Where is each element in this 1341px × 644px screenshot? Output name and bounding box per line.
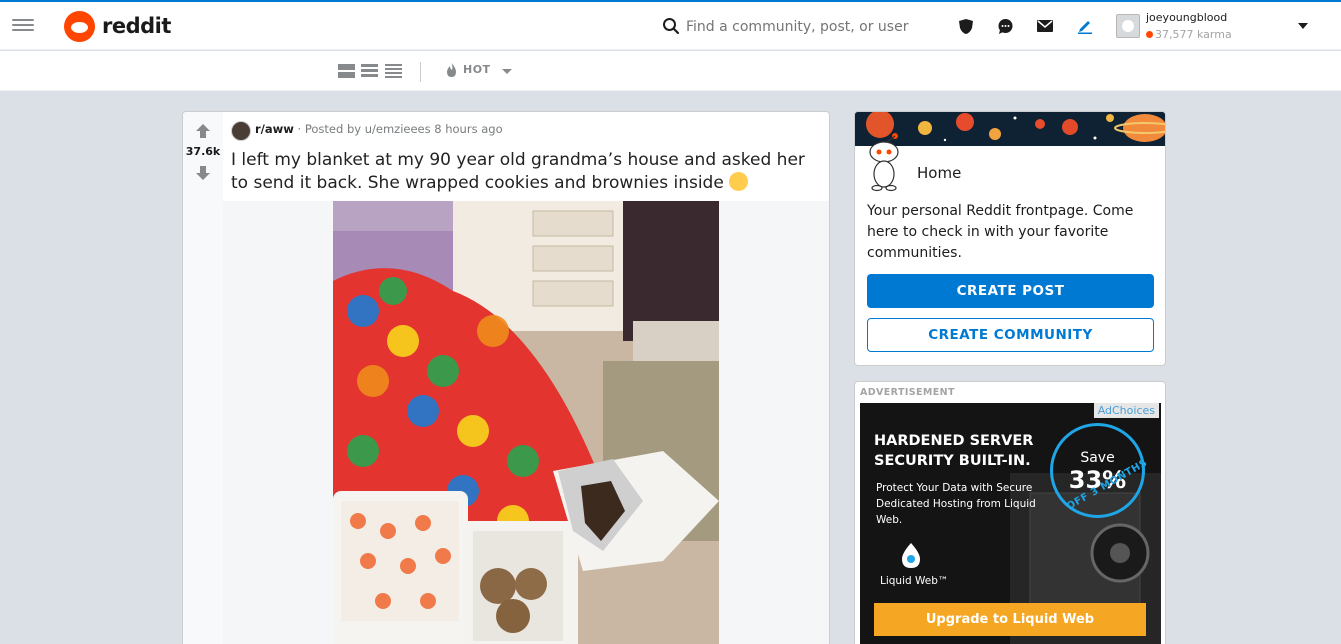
chat-icon[interactable] <box>996 17 1014 35</box>
ad-subtext: Protect Your Data with Secure Dedicated … <box>876 482 1036 526</box>
home-card: Home Your personal Reddit frontpage. Com… <box>854 111 1166 366</box>
post-byline: · Posted by u/emzieees 8 hours ago <box>297 122 503 136</box>
chevron-down-icon[interactable] <box>502 69 512 74</box>
ad-banner[interactable]: AdChoices HARDENED SERVER SECURITY BUILT… <box>860 403 1161 644</box>
logo-text[interactable]: reddit <box>102 14 171 38</box>
karma-icon <box>1146 31 1153 38</box>
subreddit-icon[interactable] <box>231 121 251 141</box>
avatar[interactable] <box>1116 14 1140 38</box>
sort-bar: HOT <box>0 51 1341 91</box>
post-card[interactable]: 37.6k r/aww · Posted by u/emzieees 8 hou… <box>182 111 830 644</box>
save-word: Save <box>1080 450 1115 466</box>
post-photo-illustration <box>333 201 719 644</box>
ad-brand: Liquid Web™ <box>880 575 949 587</box>
post-meta: r/aww · Posted by u/emzieees 8 hours ago <box>255 122 503 136</box>
flame-icon <box>447 63 456 77</box>
karma-count: 37,577 karma <box>1146 28 1232 41</box>
crying-emoji-icon <box>729 172 749 191</box>
reddit-logo-icon[interactable] <box>64 11 95 42</box>
pencil-icon[interactable] <box>1076 17 1094 35</box>
classic-view-icon[interactable] <box>361 64 378 79</box>
downvote-icon[interactable] <box>195 166 211 180</box>
ad-cta-button[interactable]: Upgrade to Liquid Web <box>874 603 1146 636</box>
create-post-button[interactable]: CREATE POST <box>867 274 1154 308</box>
search-bar[interactable] <box>662 15 922 39</box>
compact-view-icon[interactable] <box>385 64 402 79</box>
divider <box>420 62 421 82</box>
sort-label[interactable]: HOT <box>463 63 491 76</box>
search-icon <box>663 18 680 35</box>
advertisement-card: ADVERTISEMENT AdChoices HARDENED SERVER … <box>854 381 1166 644</box>
search-input[interactable] <box>686 15 916 39</box>
shield-icon[interactable] <box>957 17 975 35</box>
top-header: reddit joeyoungblood 37,577 karma <box>0 2 1341 50</box>
create-community-button[interactable]: CREATE COMMUNITY <box>867 318 1154 352</box>
adchoices-link[interactable]: AdChoices <box>1093 403 1159 418</box>
advertisement-label: ADVERTISEMENT <box>860 387 955 398</box>
ad-headline: HARDENED SERVER SECURITY BUILT-IN. <box>874 433 1034 469</box>
karma-text: 37,577 karma <box>1155 28 1232 41</box>
vote-column: 37.6k <box>183 112 223 644</box>
chevron-down-icon[interactable] <box>1298 23 1308 29</box>
home-description: Your personal Reddit frontpage. Come her… <box>867 203 1134 261</box>
mail-icon[interactable] <box>1036 17 1054 35</box>
post-image[interactable] <box>333 201 719 644</box>
hamburger-icon[interactable] <box>12 16 34 36</box>
post-title[interactable]: I left my blanket at my 90 year old gran… <box>231 149 821 195</box>
username[interactable]: joeyoungblood <box>1146 11 1227 24</box>
snoo-mascot-icon <box>869 133 899 192</box>
upvote-icon[interactable] <box>195 124 211 138</box>
subreddit-link[interactable]: r/aww <box>255 122 294 136</box>
post-title-text: I left my blanket at my 90 year old gran… <box>231 150 805 193</box>
vote-count: 37.6k <box>185 145 221 158</box>
card-view-icon[interactable] <box>338 64 355 79</box>
home-title: Home <box>917 164 962 182</box>
post-media[interactable] <box>223 201 829 644</box>
liquid-web-logo-icon <box>902 543 920 568</box>
